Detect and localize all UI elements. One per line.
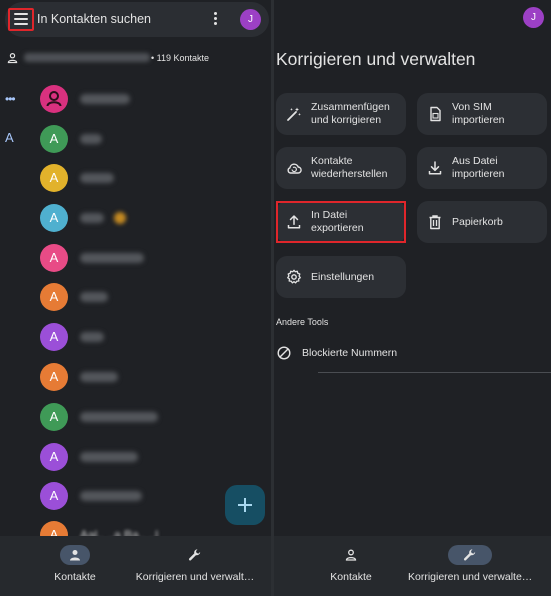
nav-contacts[interactable]: Kontakte [30, 536, 120, 596]
contact-avatar: A [40, 204, 68, 232]
tile-label-1: Kontakte [311, 155, 353, 167]
person-outline-icon [345, 549, 357, 561]
trash-icon [429, 215, 441, 230]
contact-name-blurred [80, 173, 114, 183]
contact-row[interactable]: A [40, 443, 260, 471]
contact-row[interactable]: A [40, 244, 260, 272]
contact-row[interactable]: A [40, 363, 260, 391]
index-ellipsis: ••• [5, 92, 16, 106]
block-icon [277, 346, 291, 360]
contact-name-blurred [80, 372, 118, 382]
contact-avatar: A [40, 164, 68, 192]
contact-name-blurred [80, 412, 158, 422]
nav-pill [336, 545, 366, 565]
contact-avatar: A [40, 244, 68, 272]
gear-icon [287, 269, 301, 284]
contact-name-blurred [80, 253, 144, 263]
person-icon [46, 91, 62, 107]
contact-name-blurred [80, 491, 142, 501]
nav-label: Korrigieren und verwalte… [408, 571, 533, 583]
account-row[interactable]: • 119 Kontakte [0, 46, 271, 70]
contacts-screen: In Kontakten suchen J • 119 Kontakte •••… [0, 0, 271, 596]
more-options-icon[interactable] [212, 12, 218, 28]
merge-fix-tile[interactable]: Zusammenfügen und korrigieren [276, 93, 406, 135]
page-title: Korrigieren und verwalten [276, 49, 476, 69]
contact-row[interactable]: A [40, 125, 260, 153]
restore-contacts-tile[interactable]: Kontakte wiederherstellen [276, 147, 406, 189]
tile-label-1: Einstellungen [311, 271, 375, 283]
person-icon [70, 550, 80, 561]
tile-label-2: importieren [452, 113, 505, 126]
nav-label: Kontakte [330, 571, 372, 583]
contact-avatar: A [40, 403, 68, 431]
account-email-blurred [24, 53, 150, 62]
nav-pill-selected [60, 545, 90, 565]
contact-row[interactable]: A [40, 164, 260, 192]
person-outline-icon [7, 53, 18, 64]
nav-label: Kontakte [54, 571, 96, 583]
contact-name-blurred [80, 332, 104, 342]
tile-label-2: wiederherstellen [311, 167, 388, 180]
nav-fix-manage[interactable]: Korrigieren und verwalt… [133, 536, 257, 596]
index-letter: A [5, 130, 14, 145]
tile-label-1: Papierkorb [452, 216, 503, 228]
contact-row[interactable]: A [40, 323, 260, 351]
trash-tile[interactable]: Papierkorb [417, 201, 547, 243]
tile-label-1: Aus Datei [452, 155, 498, 167]
add-contact-button[interactable] [225, 485, 265, 525]
search-input[interactable]: In Kontakten suchen [37, 12, 151, 26]
contact-avatar: A [40, 363, 68, 391]
blocked-numbers-item[interactable]: Blockierte Nummern [276, 342, 551, 364]
contact-name-blurred [80, 213, 104, 223]
magic-wand-icon [287, 107, 301, 121]
contact-row[interactable] [40, 85, 260, 113]
export-highlight-box [276, 201, 406, 243]
wrench-icon [188, 549, 201, 561]
nav-pill [180, 545, 210, 565]
contact-name-blurred [80, 134, 102, 144]
fix-manage-screen: J Korrigieren und verwalten Zusammenfüge… [274, 0, 551, 596]
tile-label-1: Von SIM [452, 101, 492, 113]
import-sim-tile[interactable]: Von SIM importieren [417, 93, 547, 135]
search-bar[interactable]: In Kontakten suchen J [5, 2, 269, 37]
settings-tile[interactable]: Einstellungen [276, 256, 406, 298]
hamburger-menu-icon[interactable] [14, 13, 28, 25]
tile-label-2: importieren [452, 167, 505, 180]
contact-row[interactable]: A [40, 204, 260, 232]
bottom-nav: Kontakte Korrigieren und verwalt… [0, 536, 271, 596]
contact-avatar: A [40, 125, 68, 153]
contact-row[interactable]: A [40, 283, 260, 311]
wrench-icon [463, 549, 476, 561]
account-avatar[interactable]: J [240, 9, 261, 30]
blocked-numbers-label: Blockierte Nummern [302, 347, 398, 359]
cloud-restore-icon [287, 163, 302, 174]
contact-row[interactable]: A [40, 403, 260, 431]
contact-avatar: A [40, 482, 68, 510]
nav-pill-selected [448, 545, 492, 565]
bottom-nav: Kontakte Korrigieren und verwalte… [274, 536, 551, 596]
contact-avatar: A [40, 283, 68, 311]
contact-avatar: A [40, 443, 68, 471]
section-header: Andere Tools [276, 317, 329, 327]
nav-contacts[interactable]: Kontakte [306, 536, 396, 596]
emoji-icon [114, 212, 126, 224]
account-avatar[interactable]: J [523, 7, 544, 28]
contact-avatar: A [40, 323, 68, 351]
download-icon [428, 161, 442, 175]
tile-label-2: und korrigieren [311, 113, 382, 126]
contact-count: • 119 Kontakte [151, 53, 210, 63]
tile-label-1: Zusammenfügen [311, 101, 390, 113]
contact-name-blurred [80, 94, 130, 104]
contact-name-blurred [80, 452, 138, 462]
nav-fix-manage[interactable]: Korrigieren und verwalte… [408, 536, 532, 596]
import-file-tile[interactable]: Aus Datei importieren [417, 147, 547, 189]
contact-name-blurred [80, 292, 108, 302]
nav-label: Korrigieren und verwalt… [135, 571, 255, 583]
divider-line [318, 372, 551, 373]
contact-avatar [40, 85, 68, 113]
sim-card-icon [430, 106, 441, 122]
